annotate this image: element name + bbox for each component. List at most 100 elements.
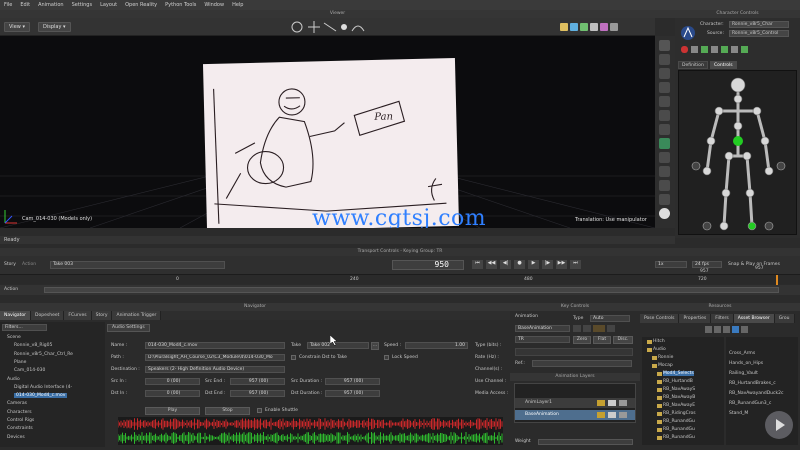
asset-file-item[interactable]: RB_HurtandBrakes_c bbox=[729, 381, 776, 386]
asset-folder-item[interactable]: Hitch bbox=[653, 339, 665, 344]
dst-in-field[interactable]: 0 (00) bbox=[145, 390, 200, 397]
menu-window[interactable]: Window bbox=[204, 2, 224, 8]
viewer-tool-icons[interactable] bbox=[560, 21, 645, 33]
layer-mute-icon[interactable] bbox=[608, 400, 616, 406]
sphere-tool-icon[interactable] bbox=[659, 208, 670, 219]
layer-solo-icon[interactable] bbox=[597, 400, 605, 406]
tab-filters[interactable]: Filters bbox=[711, 314, 734, 323]
asset-folder-item[interactable]: RB_RunandGu bbox=[663, 427, 695, 432]
cube-tool-icon[interactable] bbox=[659, 166, 670, 177]
timeline-ruler[interactable]: 0 240 480 720 957 bbox=[0, 266, 800, 285]
manipulator-tools[interactable] bbox=[290, 20, 370, 34]
path-field[interactable]: D:\Pluralsight_AH_Course_02\C3_Module\4\… bbox=[145, 354, 285, 361]
interpolation-row[interactable] bbox=[515, 348, 633, 356]
tab-controls[interactable]: Controls bbox=[710, 61, 737, 69]
tab-animation-trigger[interactable]: Animation Trigger bbox=[112, 311, 162, 320]
scene-tree[interactable]: Filters... Scene Ronnie_v8_Rig05 Ronnie_v8… bbox=[0, 322, 105, 447]
menu-file[interactable]: File bbox=[4, 2, 12, 8]
menu-layout[interactable]: Layout bbox=[100, 2, 117, 8]
weight-slider[interactable] bbox=[538, 439, 633, 445]
menu-help[interactable]: Help bbox=[232, 2, 243, 8]
keying-group-select[interactable]: TR bbox=[515, 336, 570, 343]
tab-story[interactable]: Story bbox=[91, 311, 113, 320]
constrain-checkbox[interactable] bbox=[291, 355, 296, 360]
tree-item[interactable]: Ronnie_v8r5_Char_Ctrl_Re bbox=[14, 352, 73, 357]
fps-select[interactable]: 24 fps bbox=[692, 261, 722, 268]
bone-tool-icon[interactable] bbox=[659, 110, 670, 121]
tree-item[interactable]: Control Rigs bbox=[7, 418, 34, 423]
playback-buttons[interactable]: ⏮ ◀◀ ◀| ● ▶ |▶ ▶▶ ⏭ bbox=[472, 260, 622, 270]
frame-tool-icon[interactable] bbox=[659, 96, 670, 107]
destination-select[interactable]: Speakers (2- High Definition Audio Devic… bbox=[145, 366, 285, 373]
character-select[interactable]: Ronnie_v8r5_Char bbox=[729, 21, 789, 28]
base-solo-icon[interactable] bbox=[597, 412, 605, 418]
cube2-tool-icon[interactable] bbox=[659, 180, 670, 191]
tree-item[interactable]: 014-030_Mod4_c.mov bbox=[14, 393, 68, 399]
src-duration-field[interactable]: 957 (00) bbox=[325, 378, 380, 385]
move-tool-icon[interactable] bbox=[659, 152, 670, 163]
character-tool-icons[interactable] bbox=[681, 44, 796, 56]
tree-filters-button[interactable]: Filters... bbox=[2, 324, 47, 331]
asset-folder-item[interactable]: Mod4_Selects bbox=[663, 371, 694, 376]
key-type-select[interactable]: Auto bbox=[590, 315, 630, 322]
asset-file-item[interactable]: Hands_on_Hips bbox=[729, 361, 763, 366]
action-track[interactable]: Action bbox=[0, 285, 800, 295]
tree-item[interactable]: Digital Audio Interface (4- bbox=[14, 385, 72, 390]
light-tool-icon[interactable] bbox=[659, 124, 670, 135]
action-clip-bar[interactable] bbox=[44, 287, 779, 293]
zoom-tool-icon[interactable] bbox=[659, 54, 670, 65]
playhead[interactable] bbox=[776, 275, 778, 285]
asset-folder-item[interactable]: Ronnie bbox=[658, 355, 673, 360]
tree-item[interactable]: Characters bbox=[7, 410, 32, 415]
character-figure-view[interactable] bbox=[678, 70, 797, 235]
asset-folder-item[interactable]: RB_RidingCros bbox=[663, 411, 696, 416]
tree-item[interactable]: Ronnie_v8_Rig05 bbox=[14, 343, 52, 348]
layer-lock-icon[interactable] bbox=[619, 400, 627, 406]
source-select[interactable]: Ronnie_v8r5_Control bbox=[729, 30, 789, 37]
stop-button[interactable]: Stop bbox=[205, 407, 250, 415]
tree-item[interactable]: Constraints bbox=[7, 426, 33, 431]
playback-speed-select[interactable]: 1x bbox=[655, 261, 687, 268]
asset-file-item[interactable]: Cross_Arms bbox=[729, 351, 755, 356]
take-select[interactable]: Take 003 bbox=[50, 261, 225, 269]
menu-settings[interactable]: Settings bbox=[72, 2, 93, 8]
name-field[interactable]: 014-030_Mod4_c.mov bbox=[145, 342, 285, 349]
asset-folder-item[interactable]: RB_HurtandB bbox=[663, 379, 693, 384]
base-animation-select[interactable]: BaseAnimation bbox=[515, 325, 570, 332]
play-overlay-icon[interactable] bbox=[765, 411, 793, 439]
enable-shuttle-checkbox[interactable] bbox=[257, 408, 262, 413]
asset-file-item[interactable]: Stand_M bbox=[729, 411, 748, 416]
base-mute-icon[interactable] bbox=[608, 412, 616, 418]
tab-audio-settings[interactable]: Audio Settings bbox=[107, 324, 150, 332]
take-field[interactable]: Take 002 bbox=[307, 342, 369, 349]
asset-browser-toolbar[interactable] bbox=[705, 326, 765, 334]
asset-folder-item[interactable]: Mocap bbox=[658, 363, 673, 368]
key-nav-buttons[interactable] bbox=[573, 325, 635, 333]
asset-folder-item[interactable]: RB_RunandGu bbox=[663, 419, 695, 424]
snap-mode-label[interactable]: Snap & Play on Frames bbox=[728, 262, 780, 267]
tree-item[interactable]: Audio bbox=[7, 377, 20, 382]
tab-pose-controls[interactable]: Pose Controls bbox=[640, 314, 680, 323]
asset-folder-tree[interactable]: Hitch Audio Ronnie Mocap Mod4_Selects RB_Hurt… bbox=[642, 337, 724, 445]
asset-folder-item[interactable]: RB_NavAwayB bbox=[663, 395, 695, 400]
view-menu-button[interactable]: View ▾ bbox=[4, 22, 30, 32]
dst-duration-field[interactable]: 957 (00) bbox=[325, 390, 380, 397]
roll-tool-icon[interactable] bbox=[659, 82, 670, 93]
audio-waveform[interactable] bbox=[117, 417, 503, 445]
tree-item[interactable]: Devices bbox=[7, 435, 25, 440]
menu-edit[interactable]: Edit bbox=[20, 2, 30, 8]
asset-file-item[interactable]: Railing_Vault bbox=[729, 371, 758, 376]
disc-button[interactable]: Disc. bbox=[613, 336, 633, 344]
keying-tool-icon[interactable] bbox=[659, 138, 670, 149]
asset-file-item[interactable]: RB_RunandGun3_c bbox=[729, 401, 771, 406]
asset-folder-item[interactable]: RB_NavAwayE bbox=[663, 403, 695, 408]
menu-python-tools[interactable]: Python Tools bbox=[165, 2, 196, 8]
pan-tool-icon[interactable] bbox=[659, 40, 670, 51]
tree-item[interactable]: Cameras bbox=[7, 401, 27, 406]
asset-folder-item[interactable]: RB_RunandGu bbox=[663, 435, 695, 440]
tree-item[interactable]: Scene bbox=[7, 335, 21, 340]
tab-definition[interactable]: Definition bbox=[678, 61, 708, 69]
base-lock-icon[interactable] bbox=[619, 412, 627, 418]
tab-properties[interactable]: Properties bbox=[679, 314, 712, 323]
tab-groups[interactable]: Grou bbox=[774, 314, 795, 323]
